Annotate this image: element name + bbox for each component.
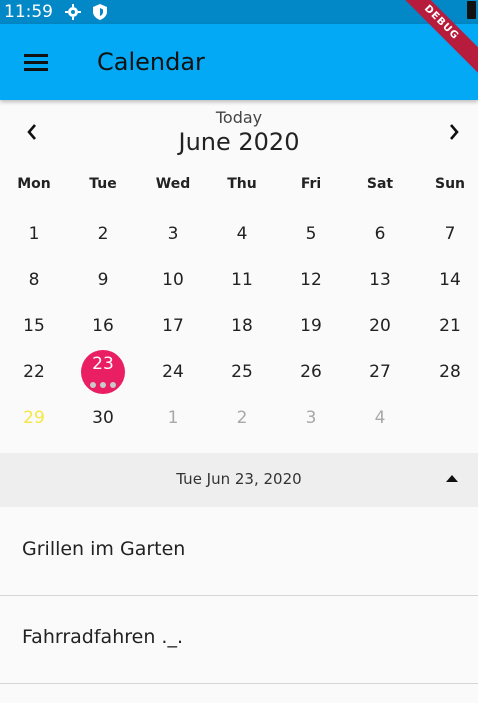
day-cell-selected[interactable]: 23	[81, 350, 125, 394]
day-number: 5	[305, 224, 317, 244]
day-number: 14	[439, 270, 461, 290]
day-number: 21	[439, 316, 461, 336]
day-cell[interactable]: 10	[150, 257, 196, 303]
day-cell[interactable]: 22	[11, 349, 57, 395]
triangle-up-icon[interactable]	[446, 475, 458, 482]
weekday-label: Wed	[155, 176, 191, 192]
day-cell[interactable]: 16	[80, 303, 126, 349]
event-dot	[90, 382, 96, 388]
month-label: June 2020	[178, 128, 300, 156]
day-number: 11	[231, 270, 253, 290]
day-number: 3	[305, 408, 317, 428]
day-cell[interactable]: 12	[288, 257, 334, 303]
day-cell[interactable]: 28	[427, 349, 473, 395]
day-number: 4	[374, 408, 386, 428]
event-item[interactable]: Grillen im Garten	[0, 507, 478, 596]
calendar-header: Today June 2020	[0, 100, 478, 160]
day-number: 2	[236, 408, 248, 428]
day-cell[interactable]: 13	[357, 257, 403, 303]
day-number: 13	[369, 270, 391, 290]
event-dot	[110, 382, 116, 388]
event-item[interactable]: Fahrradfahren ._.	[0, 595, 478, 684]
day-number: 4	[236, 224, 248, 244]
day-number: 3	[167, 224, 179, 244]
event-dot	[100, 382, 106, 388]
weekday-label: Tue	[89, 176, 117, 192]
weekday-label: Mon	[17, 176, 51, 192]
day-number: 17	[162, 316, 184, 336]
day-number: 24	[162, 362, 184, 382]
day-cell[interactable]: 4	[357, 395, 403, 441]
day-cell[interactable]: 2	[219, 395, 265, 441]
day-number: 29	[23, 408, 45, 428]
day-number: 30	[92, 408, 114, 428]
status-time: 11:59	[4, 2, 53, 22]
day-cell[interactable]: 2	[80, 211, 126, 257]
weekday-label: Sun	[434, 176, 466, 192]
day-number: 18	[231, 316, 253, 336]
menu-icon[interactable]	[24, 54, 48, 72]
day-number: 10	[162, 270, 184, 290]
selected-date-label: Tue Jun 23, 2020	[176, 470, 302, 488]
day-cell[interactable]: 7	[427, 211, 473, 257]
settings-icon	[65, 4, 81, 20]
day-number: 9	[97, 270, 109, 290]
weekday-label: Thu	[227, 176, 257, 192]
day-cell[interactable]: 18	[219, 303, 265, 349]
day-cell[interactable]: 15	[11, 303, 57, 349]
day-number: 6	[374, 224, 386, 244]
page-title: Calendar	[97, 48, 205, 76]
day-cell[interactable]: 8	[11, 257, 57, 303]
event-title: Fahrradfahren ._.	[22, 626, 183, 648]
day-cell[interactable]: 3	[150, 211, 196, 257]
day-number: 2	[97, 224, 109, 244]
day-number: 8	[28, 270, 40, 290]
day-number: 25	[231, 362, 253, 382]
day-number: 1	[28, 224, 40, 244]
day-cell[interactable]: 24	[150, 349, 196, 395]
day-cell[interactable]: 9	[80, 257, 126, 303]
chevron-right-icon[interactable]	[440, 118, 468, 146]
day-cell[interactable]: 21	[427, 303, 473, 349]
day-cell[interactable]: 27	[357, 349, 403, 395]
day-number: 19	[300, 316, 322, 336]
weekday-header: Mon Tue Wed Thu Fri Sat Sun	[0, 176, 478, 198]
day-number: 27	[369, 362, 391, 382]
day-number: 12	[300, 270, 322, 290]
debug-banner-wrap: DEBUG	[378, 0, 478, 100]
day-cell[interactable]: 30	[80, 395, 126, 441]
day-number: 28	[439, 362, 461, 382]
debug-banner: DEBUG	[388, 0, 478, 76]
day-number: 7	[444, 224, 456, 244]
event-markers	[81, 382, 125, 388]
day-cell[interactable]: 17	[150, 303, 196, 349]
day-cell[interactable]: 26	[288, 349, 334, 395]
day-number: 15	[23, 316, 45, 336]
weekday-label: Sat	[366, 176, 394, 192]
day-cell[interactable]: 1	[150, 395, 196, 441]
day-cell[interactable]: 25	[219, 349, 265, 395]
day-cell[interactable]: 3	[288, 395, 334, 441]
selected-date-bar[interactable]: Tue Jun 23, 2020	[0, 453, 478, 507]
day-cell[interactable]: 19	[288, 303, 334, 349]
day-number: 26	[300, 362, 322, 382]
shield-icon	[93, 4, 107, 20]
day-cell[interactable]: 29	[11, 395, 57, 441]
day-cell[interactable]: 6	[357, 211, 403, 257]
day-number: 22	[23, 362, 45, 382]
day-cell[interactable]: 11	[219, 257, 265, 303]
day-cell[interactable]: 20	[357, 303, 403, 349]
day-cell[interactable]: 4	[219, 211, 265, 257]
weekday-label: Fri	[300, 176, 322, 192]
day-cell[interactable]: 1	[11, 211, 57, 257]
day-number: 23	[92, 354, 114, 374]
day-number: 16	[92, 316, 114, 336]
day-number: 20	[369, 316, 391, 336]
day-number: 1	[167, 408, 179, 428]
day-cell[interactable]: 14	[427, 257, 473, 303]
event-title: Grillen im Garten	[22, 538, 186, 560]
today-button[interactable]: Today	[0, 108, 478, 127]
day-cell[interactable]: 5	[288, 211, 334, 257]
